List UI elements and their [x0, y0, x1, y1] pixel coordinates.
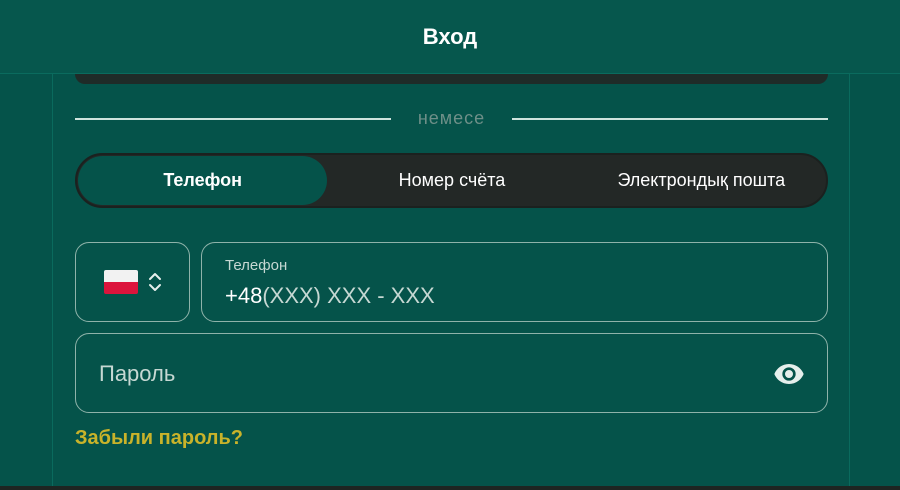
- login-page: Вход немесе Телефон Номер счёта Электрон…: [0, 0, 900, 490]
- phone-mask: (XXX) XXX - XXX: [262, 283, 435, 308]
- divider-text: немесе: [417, 108, 486, 128]
- phone-field-label: Телефон: [225, 257, 288, 274]
- page-title: Вход: [422, 23, 478, 49]
- tab-account-number[interactable]: Номер счёта: [327, 156, 576, 205]
- login-method-tabs: Телефон Номер счёта Электрондық пошта: [75, 153, 828, 208]
- poland-flag-icon: [103, 270, 138, 294]
- tab-phone[interactable]: Телефон: [78, 156, 328, 205]
- divider-line-left: [75, 118, 391, 120]
- phone-field[interactable]: Телефон +48(XXX) XXX - XXX: [201, 242, 828, 322]
- country-code-select[interactable]: [75, 242, 190, 322]
- chevron-up-down-icon: [148, 273, 161, 291]
- bottom-bar: [0, 486, 900, 490]
- previous-field-edge: [75, 74, 828, 84]
- phone-prefix: +48: [225, 283, 263, 308]
- eye-icon[interactable]: [773, 358, 805, 390]
- divider-line-right: [512, 118, 828, 120]
- phone-input[interactable]: +48(XXX) XXX - XXX: [225, 283, 435, 309]
- password-placeholder: Пароль: [99, 361, 176, 386]
- forgot-password-link[interactable]: Забыли пароль?: [75, 427, 243, 450]
- tab-email[interactable]: Электрондық пошта: [577, 156, 826, 205]
- password-field[interactable]: Пароль: [75, 333, 828, 413]
- or-divider: немесе: [75, 108, 828, 130]
- header: Вход: [0, 0, 900, 74]
